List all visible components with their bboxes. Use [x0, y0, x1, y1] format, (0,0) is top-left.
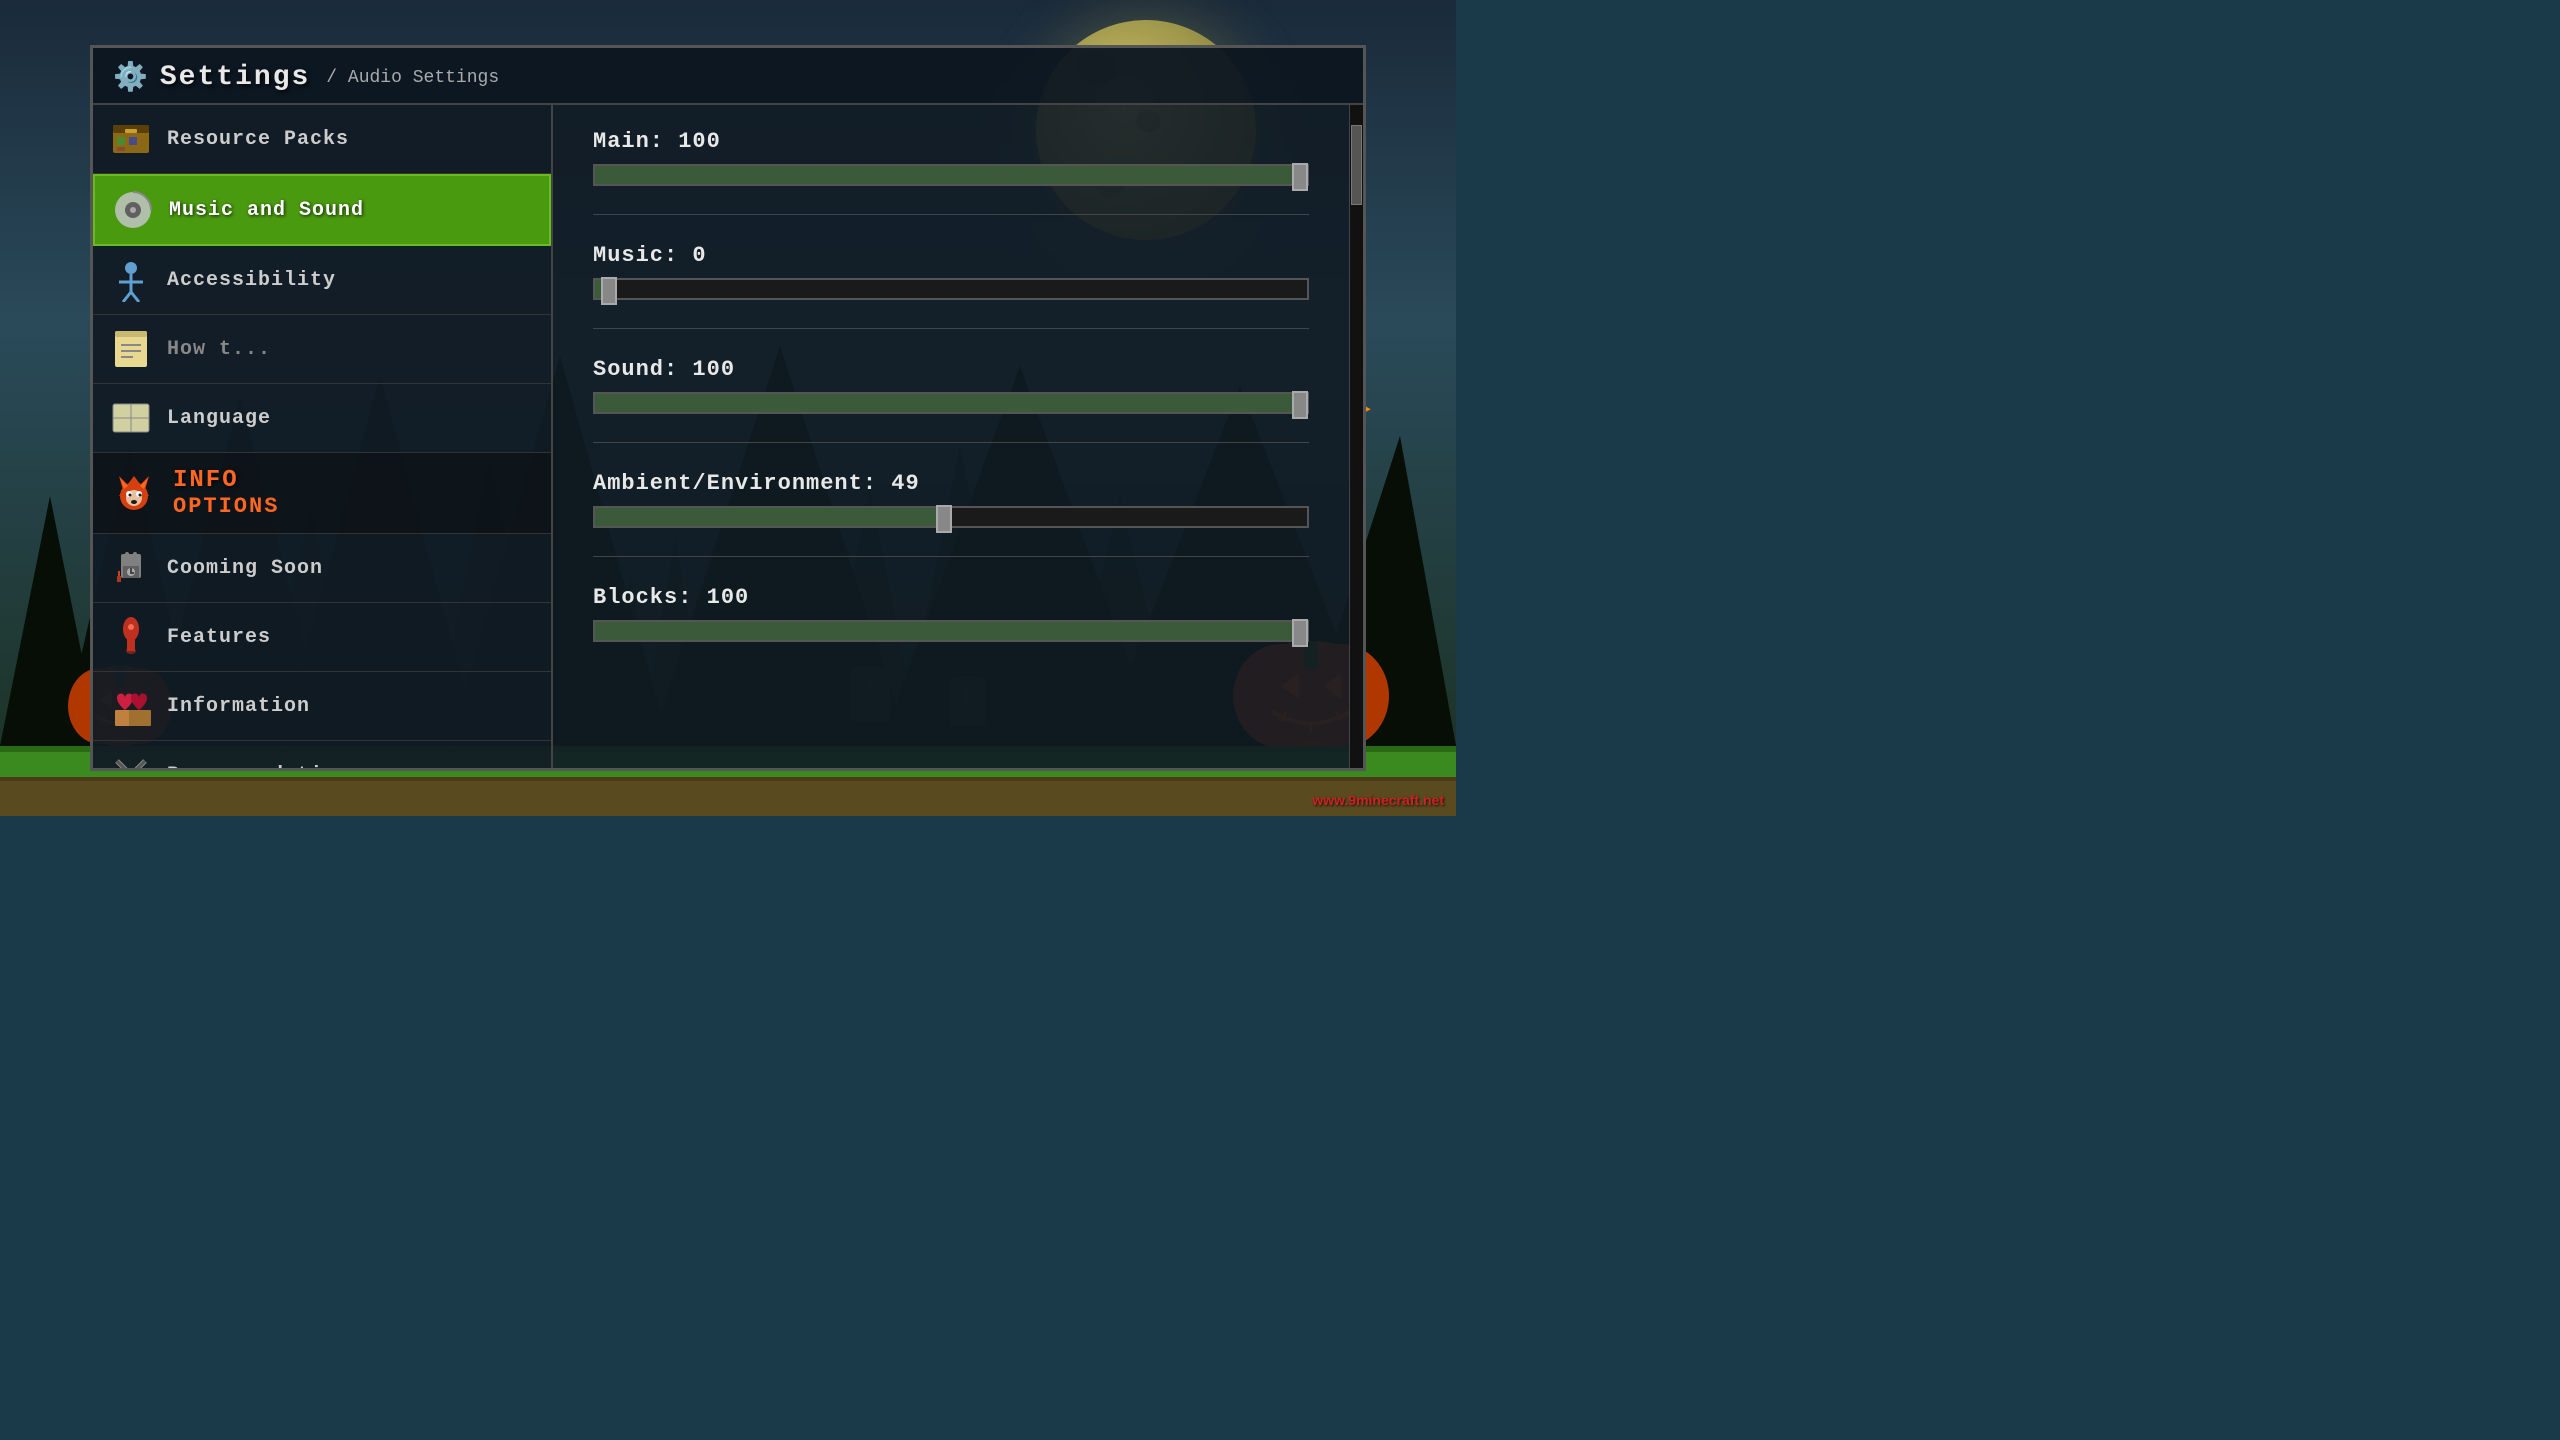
- sidebar-item-language[interactable]: Language: [93, 384, 551, 453]
- options-label: OPTIONS: [173, 494, 279, 519]
- info-label: INFO: [173, 467, 279, 494]
- sidebar-item-recommendations[interactable]: Recommendations: [93, 741, 551, 768]
- accessibility-icon: [109, 258, 153, 302]
- sidebar-item-information[interactable]: Information: [93, 672, 551, 741]
- watermark: www.9minecraft.net: [1312, 792, 1444, 808]
- main-slider-track[interactable]: [593, 164, 1309, 186]
- sound-slider-label: Sound: 100: [593, 357, 1309, 382]
- sound-slider-group: Sound: 100: [593, 357, 1309, 414]
- settings-dialog: ⚙️ Settings / Audio Settings: [90, 45, 1366, 771]
- sidebar-item-how-to[interactable]: How t...: [93, 315, 551, 384]
- main-slider-fill: [595, 166, 1300, 184]
- scrollbar-thumb[interactable]: [1351, 125, 1362, 205]
- resource-packs-icon: [109, 117, 153, 161]
- music-slider-thumb[interactable]: [601, 277, 617, 305]
- recommendations-icon: [109, 753, 153, 768]
- ambient-slider-fill: [595, 508, 944, 526]
- main-slider-group: Main: 100: [593, 129, 1309, 186]
- dialog-header: ⚙️ Settings / Audio Settings: [93, 48, 1363, 105]
- coming-soon-icon: [109, 546, 153, 590]
- blocks-slider-label: Blocks: 100: [593, 585, 1309, 610]
- information-icon: [109, 684, 153, 728]
- music-sound-icon: [111, 188, 155, 232]
- divider-3: [593, 442, 1309, 443]
- sidebar-item-resource-packs[interactable]: Resource Packs: [93, 105, 551, 174]
- dialog-title: Settings: [160, 62, 310, 93]
- ambient-slider-label: Ambient/Environment: 49: [593, 471, 1309, 496]
- information-label: Information: [167, 695, 310, 718]
- divider-1: [593, 214, 1309, 215]
- features-icon: [109, 615, 153, 659]
- language-label: Language: [167, 407, 271, 430]
- divider-2: [593, 328, 1309, 329]
- language-icon: [109, 396, 153, 440]
- blocks-slider-thumb[interactable]: [1292, 619, 1308, 647]
- sound-slider-fill: [595, 394, 1300, 412]
- dialog-subtitle: / Audio Settings: [326, 68, 499, 88]
- sidebar-item-coming-soon[interactable]: Cooming Soon: [93, 534, 551, 603]
- how-to-icon: [109, 327, 153, 371]
- accessibility-label: Accessibility: [167, 269, 336, 292]
- music-slider-track[interactable]: [593, 278, 1309, 300]
- main-scrollbar[interactable]: [1349, 105, 1363, 768]
- blocks-slider-track[interactable]: [593, 620, 1309, 642]
- info-options-icon: [109, 468, 159, 518]
- ambient-slider-group: Ambient/Environment: 49: [593, 471, 1309, 528]
- sidebar-item-features[interactable]: Features: [93, 603, 551, 672]
- recommendations-label: Recommendations: [167, 764, 362, 769]
- audio-settings-content: Main: 100 Music: 0 Sound: 100: [553, 105, 1349, 768]
- ambient-slider-thumb[interactable]: [936, 505, 952, 533]
- music-sound-label: Music and Sound: [169, 199, 364, 222]
- sound-slider-thumb[interactable]: [1292, 391, 1308, 419]
- sound-slider-track[interactable]: [593, 392, 1309, 414]
- info-options-labels: INFO OPTIONS: [173, 467, 279, 519]
- music-slider-group: Music: 0: [593, 243, 1309, 300]
- main-slider-label: Main: 100: [593, 129, 1309, 154]
- sidebar-item-accessibility[interactable]: Accessibility: [93, 246, 551, 315]
- divider-4: [593, 556, 1309, 557]
- music-slider-label: Music: 0: [593, 243, 1309, 268]
- resource-packs-label: Resource Packs: [167, 128, 349, 151]
- features-label: Features: [167, 626, 271, 649]
- blocks-slider-fill: [595, 622, 1300, 640]
- how-to-label: How t...: [167, 338, 271, 361]
- sidebar-item-music-sound[interactable]: Music and Sound: [93, 174, 551, 246]
- ambient-slider-track[interactable]: [593, 506, 1309, 528]
- main-slider-thumb[interactable]: [1292, 163, 1308, 191]
- sidebar: Resource Packs Music and Sound: [93, 105, 553, 768]
- dialog-body: Resource Packs Music and Sound: [93, 105, 1363, 768]
- blocks-slider-group: Blocks: 100: [593, 585, 1309, 642]
- settings-icon: ⚙️: [113, 60, 148, 95]
- coming-soon-label: Cooming Soon: [167, 557, 323, 580]
- sidebar-section-info-options: INFO OPTIONS: [93, 453, 551, 534]
